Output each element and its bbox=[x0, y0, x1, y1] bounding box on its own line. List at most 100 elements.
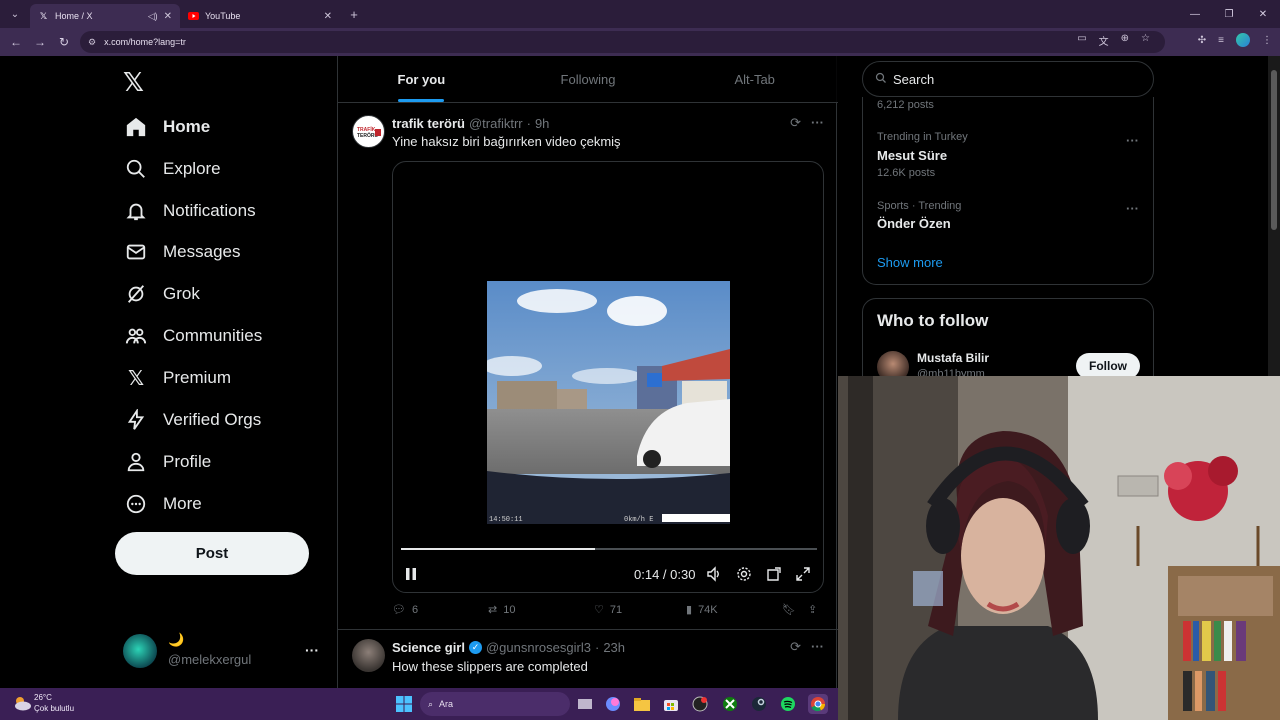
account-switcher[interactable]: 🌙 @melekxergul ··· bbox=[123, 632, 323, 672]
more-dots-icon[interactable]: ··· bbox=[811, 115, 824, 131]
task-view-icon[interactable] bbox=[575, 694, 595, 714]
nav-item-communities[interactable]: Communities bbox=[125, 316, 262, 356]
restore-icon[interactable]: ❐ bbox=[1212, 0, 1246, 28]
store-icon[interactable] bbox=[661, 694, 681, 714]
more-dots-icon[interactable]: ··· bbox=[1126, 133, 1139, 148]
new-tab-plus-icon[interactable]: + bbox=[344, 7, 364, 22]
volume-icon[interactable] bbox=[706, 562, 722, 586]
video-player[interactable]: 14:50:11 0km/h E 0:14 / 0:30 bbox=[392, 161, 824, 593]
search-input[interactable]: Search bbox=[862, 61, 1154, 97]
tweet[interactable]: Science girl ✓ @gunsnrosesgirl3 · 23h ⟳ … bbox=[338, 630, 838, 688]
avatar bbox=[123, 634, 157, 668]
zoom-icon[interactable]: ⊕ bbox=[1121, 33, 1129, 48]
reading-list-icon[interactable]: ≡ bbox=[1218, 35, 1224, 46]
scrollbar-thumb[interactable] bbox=[1271, 70, 1277, 230]
back-arrow-icon[interactable]: ← bbox=[4, 35, 28, 49]
bookmark-icon[interactable]: 🔖︎ bbox=[782, 603, 808, 616]
post-button[interactable]: Post bbox=[115, 532, 309, 575]
views-button[interactable]: ▮ 74K bbox=[686, 603, 782, 617]
weather-widget[interactable]: 26°C Çok bulutlu bbox=[12, 692, 74, 714]
nav-item-more[interactable]: More bbox=[125, 484, 202, 524]
bookmark-star-icon[interactable]: ☆ bbox=[1141, 33, 1150, 48]
settings-gear-icon[interactable] bbox=[736, 562, 752, 586]
browser-tab-x[interactable]: 𝕏 Home / X ◁) ✕ bbox=[30, 4, 180, 28]
tweet-time[interactable]: 9h bbox=[535, 116, 549, 131]
tab-close-icon[interactable]: ✕ bbox=[324, 11, 332, 22]
grok-icon[interactable]: ⟳ bbox=[790, 115, 801, 131]
suggested-user-name[interactable]: Mustafa Bilir bbox=[917, 351, 989, 365]
nav-item-explore[interactable]: Explore bbox=[125, 149, 221, 189]
copilot-icon[interactable] bbox=[603, 694, 623, 714]
home-icon bbox=[125, 116, 147, 138]
avatar[interactable]: TRAFİK TERÖRÜ bbox=[352, 115, 385, 148]
envelope-icon bbox=[125, 241, 147, 263]
account-display-name: 🌙 bbox=[168, 632, 185, 647]
tweet-author-name[interactable]: Science girl bbox=[392, 640, 465, 655]
window-close-icon[interactable]: ✕ bbox=[1246, 0, 1280, 28]
nav-item-notifications[interactable]: Notifications bbox=[125, 191, 256, 231]
github-desktop-icon[interactable] bbox=[690, 694, 710, 714]
left-navigation: 𝕏 Home Explore Notifications Messages Gr… bbox=[115, 56, 337, 688]
like-button[interactable]: ♡ 71 bbox=[594, 603, 686, 617]
nav-item-home[interactable]: Home bbox=[125, 107, 210, 147]
address-bar[interactable]: ⚙ x.com/home?lang=tr bbox=[80, 31, 1165, 53]
reload-icon[interactable]: ↻ bbox=[52, 35, 76, 49]
tab-search-button[interactable]: ⌄ bbox=[4, 4, 26, 24]
weather-temp: 26°C bbox=[34, 693, 52, 702]
fullscreen-icon[interactable] bbox=[795, 562, 811, 586]
view-count: 74K bbox=[698, 603, 718, 616]
nav-item-messages[interactable]: Messages bbox=[125, 232, 240, 272]
tab-close-icon[interactable]: ✕ bbox=[164, 11, 172, 22]
nav-item-profile[interactable]: Profile bbox=[125, 442, 211, 482]
nav-label: More bbox=[163, 494, 202, 513]
trend-title[interactable]: Önder Özen bbox=[877, 216, 951, 231]
browser-toolbar: ← → ↻ ⚙ x.com/home?lang=tr ▭ 文 ⊕ ☆ ✣ ≡ ⋮ bbox=[0, 28, 1280, 56]
steam-icon[interactable] bbox=[749, 694, 769, 714]
xbox-icon[interactable] bbox=[720, 694, 740, 714]
nav-item-verified-orgs[interactable]: Verified Orgs bbox=[125, 400, 261, 440]
taskbar-search[interactable]: ⌕ Ara bbox=[420, 692, 570, 716]
browser-tab-youtube[interactable]: YouTube ✕ bbox=[180, 4, 340, 28]
site-settings-icon[interactable]: ⚙ bbox=[88, 37, 96, 48]
x-logo-icon[interactable]: 𝕏 bbox=[123, 68, 144, 98]
grok-icon[interactable]: ⟳ bbox=[790, 639, 801, 655]
account-handle: @melekxergul bbox=[168, 652, 252, 667]
repost-button[interactable]: ⇄ 10 bbox=[488, 603, 594, 617]
reply-button[interactable]: 💬︎ 6 bbox=[392, 603, 488, 617]
nav-item-grok[interactable]: Grok bbox=[125, 274, 200, 314]
cast-icon[interactable]: ▭ bbox=[1077, 33, 1086, 48]
minimize-icon[interactable]: — bbox=[1178, 0, 1212, 28]
tab-for-you[interactable]: For you bbox=[338, 56, 505, 102]
share-icon[interactable]: ⇪ bbox=[808, 603, 817, 616]
more-dots-icon[interactable]: ··· bbox=[305, 642, 319, 658]
video-frame[interactable]: 14:50:11 0km/h E bbox=[487, 281, 730, 524]
speaker-icon[interactable]: ◁) bbox=[148, 11, 158, 22]
tweet-time[interactable]: 23h bbox=[603, 640, 625, 655]
tab-alt-tab[interactable]: Alt-Tab bbox=[671, 56, 838, 102]
video-progress-bar[interactable] bbox=[401, 548, 817, 550]
profile-avatar-icon[interactable] bbox=[1236, 33, 1250, 47]
avatar[interactable] bbox=[352, 639, 385, 672]
forward-arrow-icon[interactable]: → bbox=[28, 35, 52, 49]
chrome-icon[interactable] bbox=[808, 694, 828, 714]
spotify-icon[interactable] bbox=[778, 694, 798, 714]
tweet-author-handle[interactable]: @trafiktrr bbox=[469, 116, 523, 131]
tweet-author-name[interactable]: trafik terörü bbox=[392, 116, 465, 131]
translate-icon[interactable]: 文 bbox=[1099, 33, 1109, 48]
nav-item-premium[interactable]: 𝕏 Premium bbox=[125, 358, 231, 398]
file-explorer-icon[interactable] bbox=[632, 694, 652, 714]
show-more-link[interactable]: Show more bbox=[877, 255, 943, 270]
tweet-author-handle[interactable]: @gunsnrosesgirl3 bbox=[486, 640, 591, 655]
trend-title[interactable]: Mesut Süre bbox=[877, 148, 947, 163]
more-dots-icon[interactable]: ··· bbox=[1126, 201, 1139, 216]
pause-icon[interactable] bbox=[403, 562, 419, 586]
more-dots-icon[interactable]: ··· bbox=[811, 639, 824, 655]
tab-following[interactable]: Following bbox=[505, 56, 672, 102]
tab-label: Following bbox=[560, 71, 616, 87]
picture-in-picture-icon[interactable] bbox=[766, 562, 782, 586]
browser-menu-icon[interactable]: ⋮ bbox=[1262, 35, 1272, 46]
windows-start-icon[interactable] bbox=[396, 696, 412, 712]
tab-label: For you bbox=[397, 71, 446, 87]
tweet[interactable]: TRAFİK TERÖRÜ trafik terörü @trafiktrr · … bbox=[338, 103, 838, 630]
extensions-icon[interactable]: ✣ bbox=[1198, 35, 1206, 46]
